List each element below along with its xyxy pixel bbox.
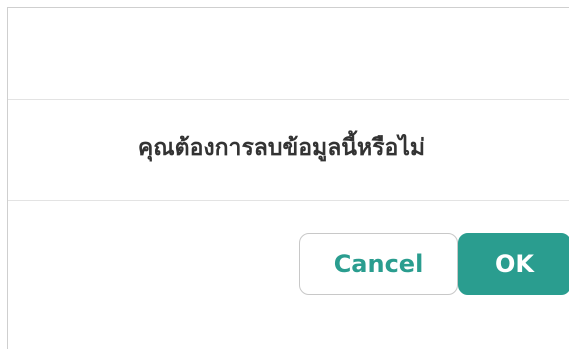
dialog-header: [8, 8, 569, 100]
ok-button[interactable]: OK: [458, 233, 569, 295]
dialog-footer: Cancel OK: [8, 201, 569, 341]
dialog-body: คุณต้องการลบข้อมูลนี้หรือไม่: [8, 100, 569, 201]
confirm-delete-dialog: คุณต้องการลบข้อมูลนี้หรือไม่ Cancel OK: [7, 7, 569, 349]
confirm-message: คุณต้องการลบข้อมูลนี้หรือไม่: [137, 134, 426, 161]
cancel-button[interactable]: Cancel: [299, 233, 458, 295]
